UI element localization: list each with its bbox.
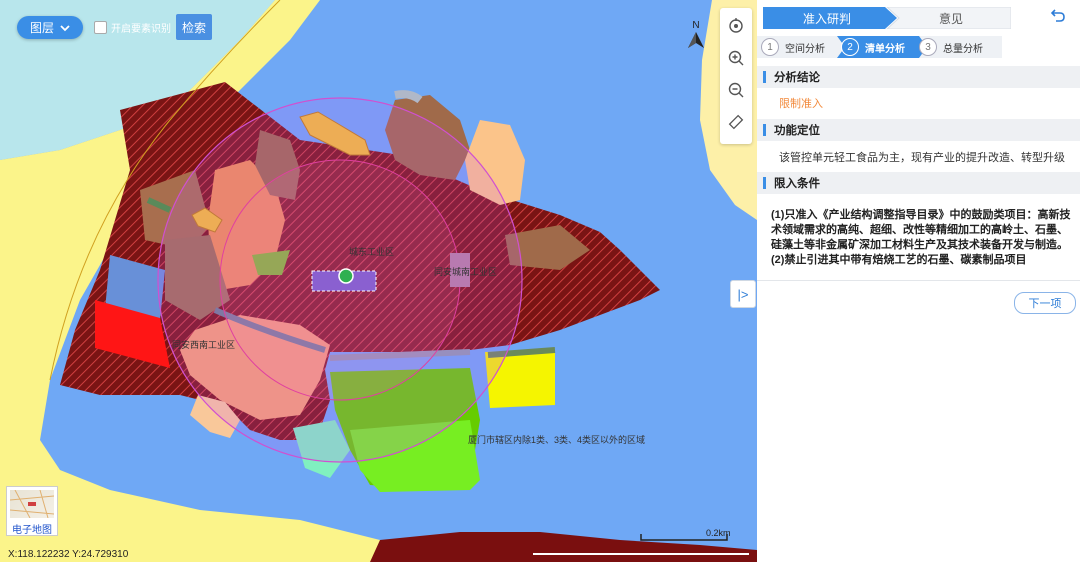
layer-label: 图层 [29, 21, 54, 35]
feature-checkbox[interactable] [94, 21, 107, 34]
function-title: 功能定位 [774, 125, 820, 137]
map-base[interactable] [0, 0, 757, 562]
step-number: 1 [761, 38, 779, 56]
limits-item-2: (2)禁止引进其中带有焙烧工艺的石墨、碳素制品项目 [771, 254, 1027, 266]
zoom-in-icon[interactable] [726, 48, 746, 68]
panel-tabs: 准入研判 意见 [763, 7, 1011, 29]
step-list[interactable]: 2 清单分析 [841, 36, 905, 58]
basemap-label: 电子地图 [12, 525, 52, 536]
label-xiamen: 厦门市辖区内除1类、3类、4类区以外的区域 [468, 435, 646, 445]
label-chengdong: 城东工业区 [349, 247, 395, 257]
back-icon[interactable] [1049, 8, 1065, 27]
step-label: 空间分析 [785, 43, 825, 55]
feature-toggle-label: 开启要素识别 [111, 24, 171, 35]
limits-title: 限入条件 [774, 178, 820, 190]
step-number: 2 [841, 38, 859, 56]
collapse-icon: |> [737, 286, 749, 302]
analysis-panel: 准入研判 意见 1 空间分析 2 清单分析 3 总量分析 分析结论 限制准入 功… [757, 0, 1080, 562]
next-button[interactable]: 下一项 [1014, 292, 1076, 314]
zoom-out-icon[interactable] [726, 80, 746, 100]
step-label: 清单分析 [865, 43, 905, 55]
label-tongan: 同安城南工业区 [434, 267, 498, 277]
ruler-icon[interactable] [726, 112, 746, 132]
north-arrow-icon [688, 32, 704, 48]
progress-line [533, 553, 749, 555]
step-spatial[interactable]: 1 空间分析 [761, 36, 825, 58]
refresh-icon[interactable] [726, 16, 746, 36]
north-label: N [692, 20, 700, 31]
conclusion-value: 限制准入 [779, 98, 823, 110]
scale-label: 0.2km [706, 528, 731, 538]
feature-toggle[interactable]: 开启要素识别 [94, 20, 171, 35]
basemap-switcher[interactable]: 电子地图 [6, 486, 58, 536]
function-header: 功能定位 [757, 119, 1080, 141]
function-value: 该管控单元轻工食品为主，现有产业的提升改造、转型升级 [779, 152, 1065, 164]
search-button[interactable]: 检索 [176, 14, 212, 40]
conclusion-header: 分析结论 [757, 66, 1080, 88]
layer-button[interactable]: 图层 [17, 16, 83, 39]
map-tools [720, 8, 752, 144]
coordinate-readout: X:118.122232 Y:24.729310 [8, 549, 129, 560]
step-label: 总量分析 [943, 43, 983, 55]
limits-item-1: (1)只准入《产业结构调整指导目录》中的鼓励类项目：高新技术领域需求的高纯、超细… [771, 209, 1071, 251]
collapse-panel-button[interactable]: |> [730, 280, 756, 308]
step-indicator: 1 空间分析 2 清单分析 3 总量分析 [757, 36, 1080, 58]
map-canvas[interactable]: 城东工业区 同安城南工业区 同安西南工业区 厦门市辖区内除1类、3类、4类区以外… [0, 0, 757, 562]
divider [757, 280, 1080, 281]
north-arrow: N [686, 20, 706, 52]
chevron-down-icon [60, 21, 70, 35]
label-west: 同安西南工业区 [172, 340, 236, 350]
tab-opinion[interactable]: 意见 [891, 7, 1011, 29]
conclusion-title: 分析结论 [774, 72, 820, 84]
limits-body: (1)只准入《产业结构调整指导目录》中的鼓励类项目：高新技术领域需求的高纯、超细… [771, 208, 1073, 268]
tab-admission[interactable]: 准入研判 [763, 7, 891, 29]
basemap-thumbnail [10, 490, 54, 518]
step-number: 3 [919, 38, 937, 56]
limits-header: 限入条件 [757, 172, 1080, 194]
step-total[interactable]: 3 总量分析 [919, 36, 983, 58]
